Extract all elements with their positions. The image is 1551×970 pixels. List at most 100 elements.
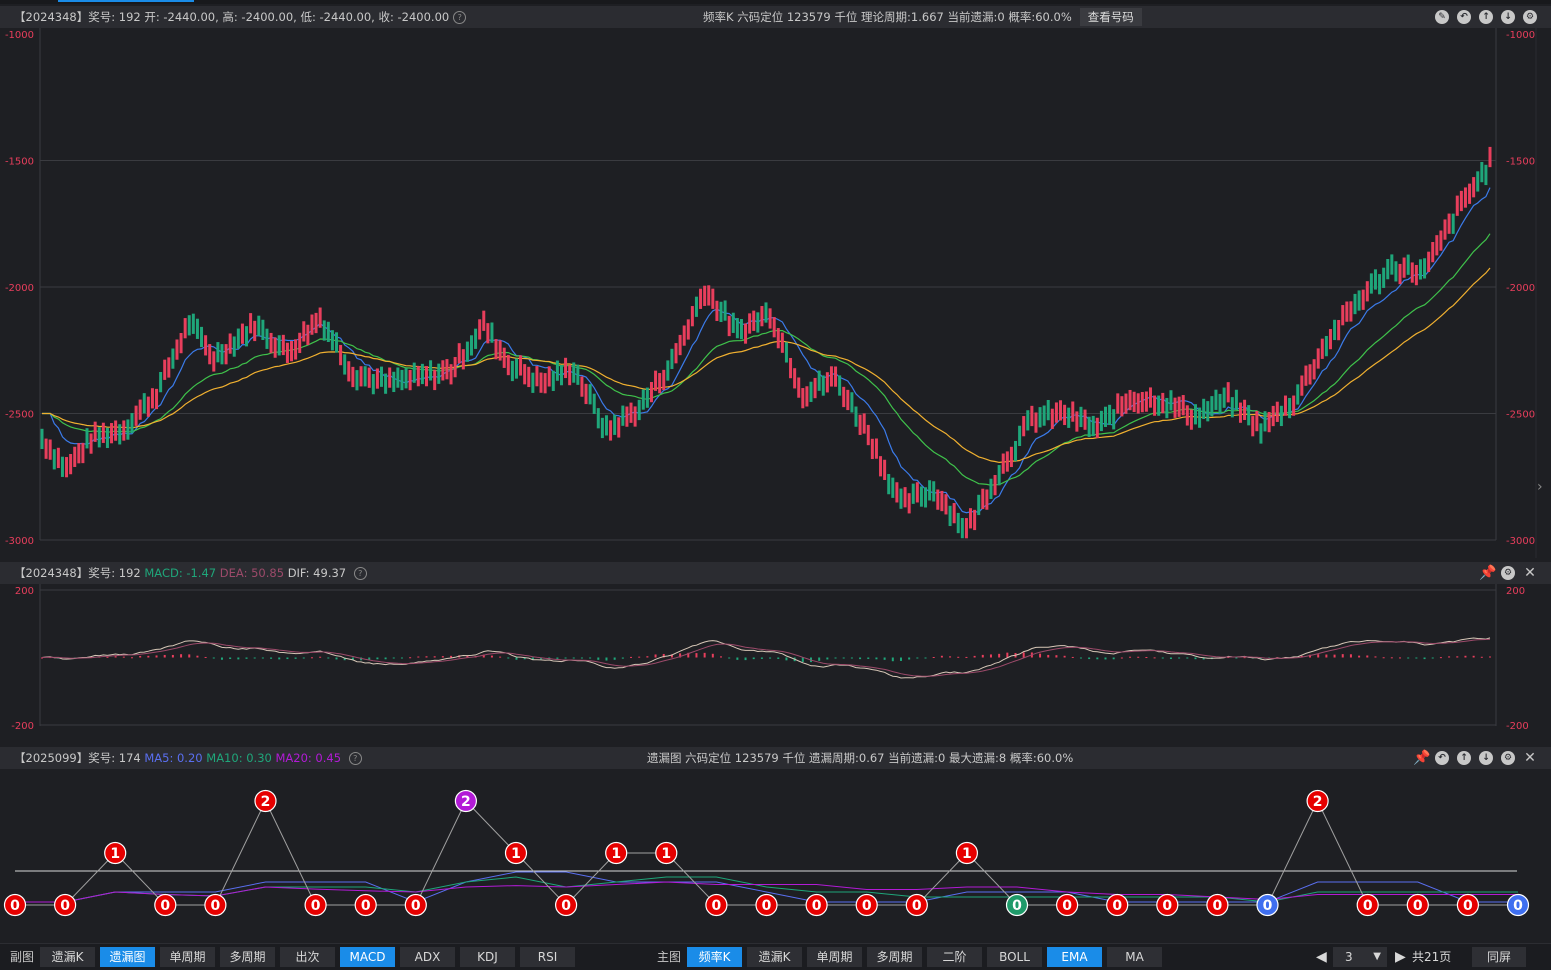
sync-screen-button[interactable]: 同屏 [1472,947,1526,967]
macd-chart[interactable]: 200 200 -200 -200 [0,584,1551,739]
sub-button-7[interactable]: ADX [400,947,455,967]
macd-bar [188,654,191,658]
omission-node[interactable]: 0 [705,893,728,917]
main-button-2[interactable]: 遗漏K [747,947,802,967]
macd-bar [425,656,428,658]
candle [555,360,559,381]
omission-node[interactable]: 0 [1156,893,1179,917]
macd-bar [507,657,510,659]
main-button-5[interactable]: 二阶 [927,947,982,967]
main-button-4[interactable]: 多周期 [867,947,922,967]
omission-node[interactable]: 0 [1256,893,1279,917]
omission-node[interactable]: 1 [605,841,628,865]
macd-bar [1039,653,1042,658]
prev-page-icon[interactable]: ◀ [1316,947,1327,967]
pin-icon[interactable]: 📌 [1479,566,1496,580]
candle [1488,146,1492,168]
sub-button-3[interactable]: 单周期 [160,947,215,967]
omission-node[interactable]: 0 [354,893,377,917]
active-tab-indicator[interactable] [58,0,194,2]
candle [756,312,760,333]
undo-icon[interactable]: ↶ [1435,751,1449,765]
omission-node[interactable]: 2 [1306,789,1329,813]
sub-button-8[interactable]: KDJ [460,947,515,967]
help-icon[interactable]: ? [353,567,367,580]
omission-node[interactable]: 0 [204,893,227,917]
omission-node[interactable]: 0 [1055,893,1079,917]
arrow-down-icon[interactable]: ↓ [1479,751,1493,765]
omission-node-label: 0 [1012,898,1022,914]
candle [433,369,437,391]
omission-node[interactable]: 0 [53,893,77,917]
omission-node[interactable]: 1 [504,841,528,865]
omission-node[interactable]: 0 [1106,893,1129,917]
main-y-tick-right: -1500 [1506,157,1535,168]
omission-node[interactable]: 2 [454,789,477,813]
sub-button-6[interactable]: MACD [340,947,395,967]
omission-node[interactable]: 0 [3,893,27,917]
macd-bar [1390,657,1393,659]
candle [952,503,956,524]
omission-node[interactable]: 0 [905,893,928,917]
omission-node[interactable]: 0 [855,893,878,917]
main-button-7[interactable]: EMA [1047,947,1102,967]
candle [514,358,518,379]
gear-icon[interactable]: ⚙ [1501,566,1515,580]
main-button-3[interactable]: 单周期 [807,947,862,967]
help-icon[interactable]: ? [453,11,467,24]
omission-node[interactable]: 1 [104,841,127,865]
omission-node[interactable]: 1 [955,841,979,865]
omission-node[interactable]: 1 [655,841,678,865]
sub-button-5[interactable]: 出次 [280,947,335,967]
omission-node[interactable]: 0 [304,893,327,917]
sub-button-9[interactable]: RSI [520,947,575,967]
omission-node[interactable]: 0 [1356,893,1379,917]
help-icon[interactable]: ? [348,752,362,765]
view-numbers-button[interactable]: 查看号码 [1079,8,1142,26]
arrow-up-icon[interactable]: ↑ [1457,751,1471,765]
omission-node[interactable]: 0 [805,893,828,917]
macd-bar [1448,656,1451,658]
next-page-icon[interactable]: ▶ [1395,947,1406,967]
omission-node[interactable]: 0 [755,893,778,917]
main-button-1[interactable]: 频率K [687,947,742,967]
chevron-right-icon[interactable]: › [1537,479,1543,495]
candle [948,505,952,527]
candle [130,413,134,434]
omission-node[interactable]: 0 [1005,893,1029,917]
sub-button-2[interactable]: 遗漏图 [100,947,155,967]
close-icon[interactable]: ✕ [1523,566,1537,580]
sub-button-1[interactable]: 遗漏K [40,947,95,967]
macd-bar [204,656,207,658]
gear-icon[interactable]: ⚙ [1501,751,1515,765]
omission-node[interactable]: 0 [404,893,427,917]
main-button-6[interactable]: BOLL [987,947,1042,967]
main-button-8[interactable]: MA [1107,947,1162,967]
main-candlestick-chart[interactable]: -1000 -1000 -1500 -1500 -2000 -2000 -2500 -2500… [0,28,1551,558]
candle [253,320,257,342]
omission-node[interactable]: 0 [554,893,578,917]
candle [449,364,453,385]
arrow-down-icon[interactable]: ↓ [1501,10,1515,24]
sub-button-4[interactable]: 多周期 [220,947,275,967]
omission-node[interactable]: 0 [1506,893,1530,917]
gear-icon[interactable]: ⚙ [1523,10,1537,24]
candle [273,337,277,358]
page-select-value: 3 [1345,950,1353,964]
page-select[interactable]: 3 ▼ [1333,947,1387,967]
omission-node[interactable]: 0 [1456,893,1480,917]
pin-icon[interactable]: 📌 [1413,751,1430,765]
candle [424,366,428,387]
omission-chart[interactable]: 0 0 1 0 0 2 0 0 0 2 1 0 1 1 0 0 0 0 0 1 0 0 0 0 0 0 2 0 0 0 0 [0,770,1551,942]
macd-bar [940,655,943,658]
close-icon[interactable]: ✕ [1523,751,1537,765]
omission-node[interactable]: 0 [1206,893,1229,917]
macd-bar [1423,657,1426,660]
arrow-up-icon[interactable]: ↑ [1479,10,1493,24]
omission-node[interactable]: 0 [154,893,177,917]
undo-icon[interactable]: ↶ [1457,10,1471,24]
main-plot-area [40,28,1496,540]
omission-node[interactable]: 2 [254,789,277,813]
edit-icon[interactable]: ✎ [1435,10,1449,24]
omission-node[interactable]: 0 [1406,893,1429,917]
